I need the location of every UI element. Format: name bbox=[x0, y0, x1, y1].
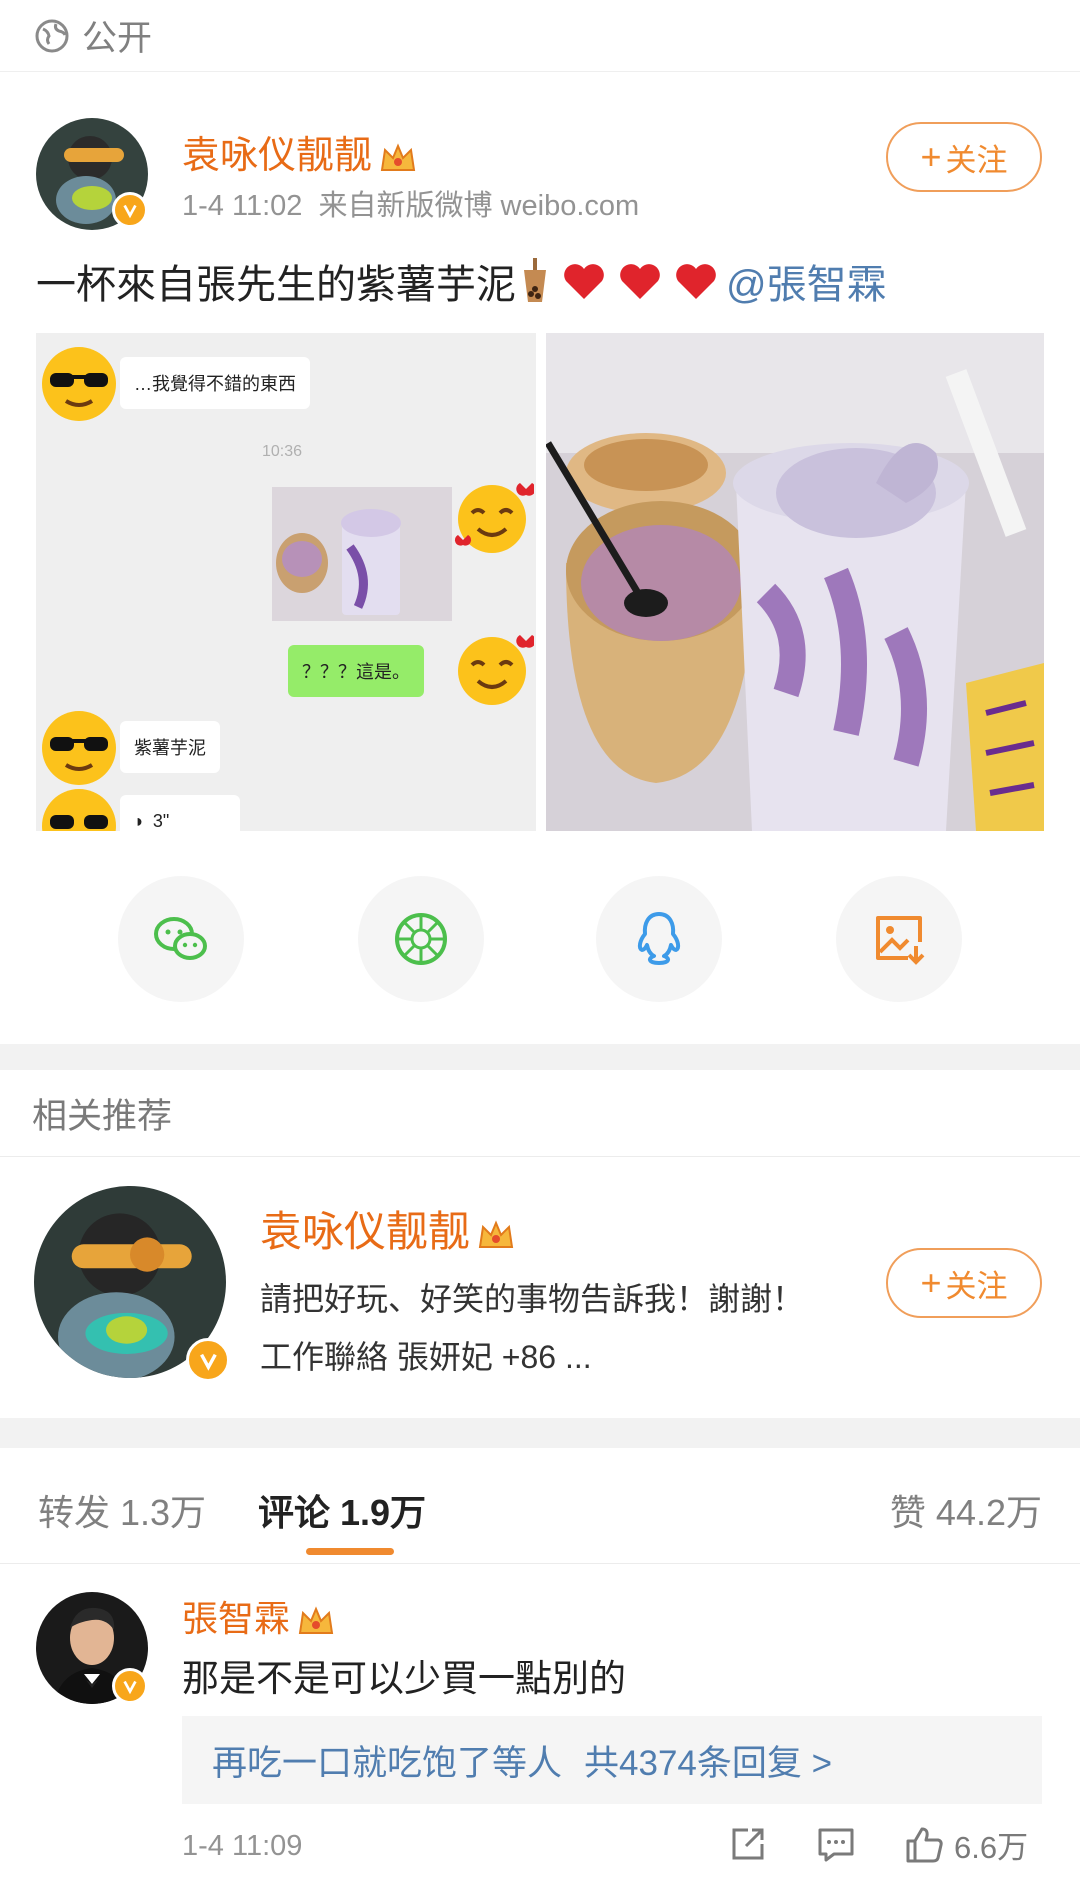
smiling-hearts-emoji-icon bbox=[454, 483, 534, 553]
section-gap bbox=[0, 1418, 1080, 1448]
wechat-icon bbox=[154, 917, 207, 960]
verified-badge bbox=[112, 192, 148, 228]
crown-icon bbox=[478, 1220, 514, 1248]
tab-comments[interactable]: 评论 1.9万 bbox=[258, 1484, 426, 1536]
voice-message: ◗ 3" bbox=[120, 795, 240, 831]
chat-time: 10:36 bbox=[262, 443, 303, 460]
bubble-tea-icon bbox=[524, 258, 546, 302]
post-header: 袁咏仪靓靓 1-4 11:02 来自新版微博 weibo.com + 关注 bbox=[0, 108, 1080, 230]
smiling-hearts-emoji-icon bbox=[458, 635, 534, 705]
commenter-name[interactable]: 張智霖 bbox=[182, 1590, 336, 1642]
moments-icon bbox=[395, 913, 447, 965]
share-row bbox=[0, 876, 1080, 1006]
author-name-text[interactable]: 袁咏仪靓靓 bbox=[182, 135, 372, 177]
verified-badge bbox=[186, 1338, 230, 1382]
divider bbox=[0, 1156, 1080, 1157]
section-gap bbox=[0, 1044, 1080, 1070]
active-tab-indicator bbox=[306, 1548, 394, 1555]
voice-duration: 3" bbox=[152, 810, 170, 831]
plus-icon: + bbox=[920, 1262, 942, 1303]
verified-badge bbox=[112, 1668, 148, 1704]
visibility-bar: 公开 bbox=[0, 0, 1080, 72]
reply-count[interactable]: 共4374条回复 > bbox=[584, 1735, 832, 1786]
chat-photo-thumbnail bbox=[272, 487, 452, 621]
commenter-name-text[interactable]: 張智霖 bbox=[182, 1598, 290, 1639]
related-name[interactable]: 袁咏仪靓靓 bbox=[260, 1198, 516, 1259]
crown-icon bbox=[380, 143, 416, 171]
crown-icon bbox=[298, 1606, 334, 1635]
follow-label: 关注 bbox=[945, 142, 1008, 178]
thumbs-up-icon bbox=[906, 1827, 943, 1862]
voice-icon: ◗ bbox=[134, 810, 145, 831]
replies-preview[interactable]: 再吃一口就吃饱了等人 共4374条回复 > bbox=[182, 1716, 1042, 1804]
share-out-icon bbox=[732, 1828, 764, 1860]
save-image-button[interactable] bbox=[836, 876, 962, 1002]
related-name-text[interactable]: 袁咏仪靓靓 bbox=[260, 1208, 470, 1255]
reply-user[interactable]: 再吃一口就吃饱了等人 bbox=[212, 1735, 562, 1786]
comment-time: 1-4 11:09 bbox=[182, 1830, 303, 1862]
share-wechat-button[interactable] bbox=[118, 876, 244, 1002]
chat-message: …我覺得不錯的東西 bbox=[120, 357, 310, 409]
sunglasses-emoji-icon bbox=[42, 789, 116, 831]
post-meta: 1-4 11:02 来自新版微博 weibo.com bbox=[182, 190, 640, 222]
mention-link[interactable]: @張智霖 bbox=[726, 252, 887, 310]
interaction-tabs: 转发 1.3万 评论 1.9万 赞 44.2万 bbox=[0, 1448, 1080, 1564]
visibility-label: 公开 bbox=[82, 19, 153, 58]
tab-reposts[interactable]: 转发 1.3万 bbox=[38, 1484, 206, 1536]
author-name[interactable]: 袁咏仪靓靓 bbox=[182, 124, 418, 179]
heart-icon bbox=[676, 264, 716, 299]
drink-photo bbox=[546, 333, 1044, 831]
plus-icon: + bbox=[920, 136, 942, 177]
chat-message: 紫薯芋泥 bbox=[120, 721, 220, 773]
heart-icon bbox=[620, 264, 660, 299]
comment-like-count: 6.6万 bbox=[954, 1830, 1029, 1865]
share-moments-button[interactable] bbox=[358, 876, 484, 1002]
save-image-icon bbox=[876, 916, 925, 965]
related-title: 相关推荐 bbox=[32, 1096, 173, 1136]
post-image-drink[interactable] bbox=[546, 333, 1044, 831]
heart-icon bbox=[564, 264, 604, 299]
follow-button[interactable]: + 关注 bbox=[886, 122, 1042, 192]
share-qq-button[interactable] bbox=[596, 876, 722, 1002]
globe-icon bbox=[35, 19, 69, 52]
comment-icon bbox=[818, 1828, 854, 1862]
post-image-chat[interactable]: …我覺得不錯的東西 10:36 ？？？這是。 紫薯芋泥 ◗ 3" bbox=[36, 333, 536, 831]
follow-label: 关注 bbox=[945, 1268, 1008, 1304]
sunglasses-emoji-icon bbox=[42, 347, 116, 421]
sunglasses-emoji-icon bbox=[42, 711, 116, 785]
related-follow-button[interactable]: + 关注 bbox=[886, 1248, 1042, 1318]
comment-repost-button[interactable] bbox=[726, 1822, 770, 1866]
chat-message: ？？？這是。 bbox=[288, 645, 424, 697]
related-description: 請把好玩、好笑的事物告訴我！謝謝！ 工作聯絡 張妍妃 +86 ... bbox=[260, 1281, 805, 1375]
tab-likes[interactable]: 赞 44.2万 bbox=[890, 1484, 1042, 1536]
post-text: 一杯來自張先生的紫薯芋泥 @張智霖 bbox=[36, 252, 887, 310]
post-text-content: 一杯來自張先生的紫薯芋泥 bbox=[36, 263, 516, 307]
comment-text: 那是不是可以少買一點別的 bbox=[182, 1658, 626, 1699]
comment-like-button[interactable]: 6.6万 bbox=[902, 1822, 1028, 1867]
comment-reply-button[interactable] bbox=[814, 1822, 858, 1866]
qq-icon bbox=[637, 912, 681, 965]
